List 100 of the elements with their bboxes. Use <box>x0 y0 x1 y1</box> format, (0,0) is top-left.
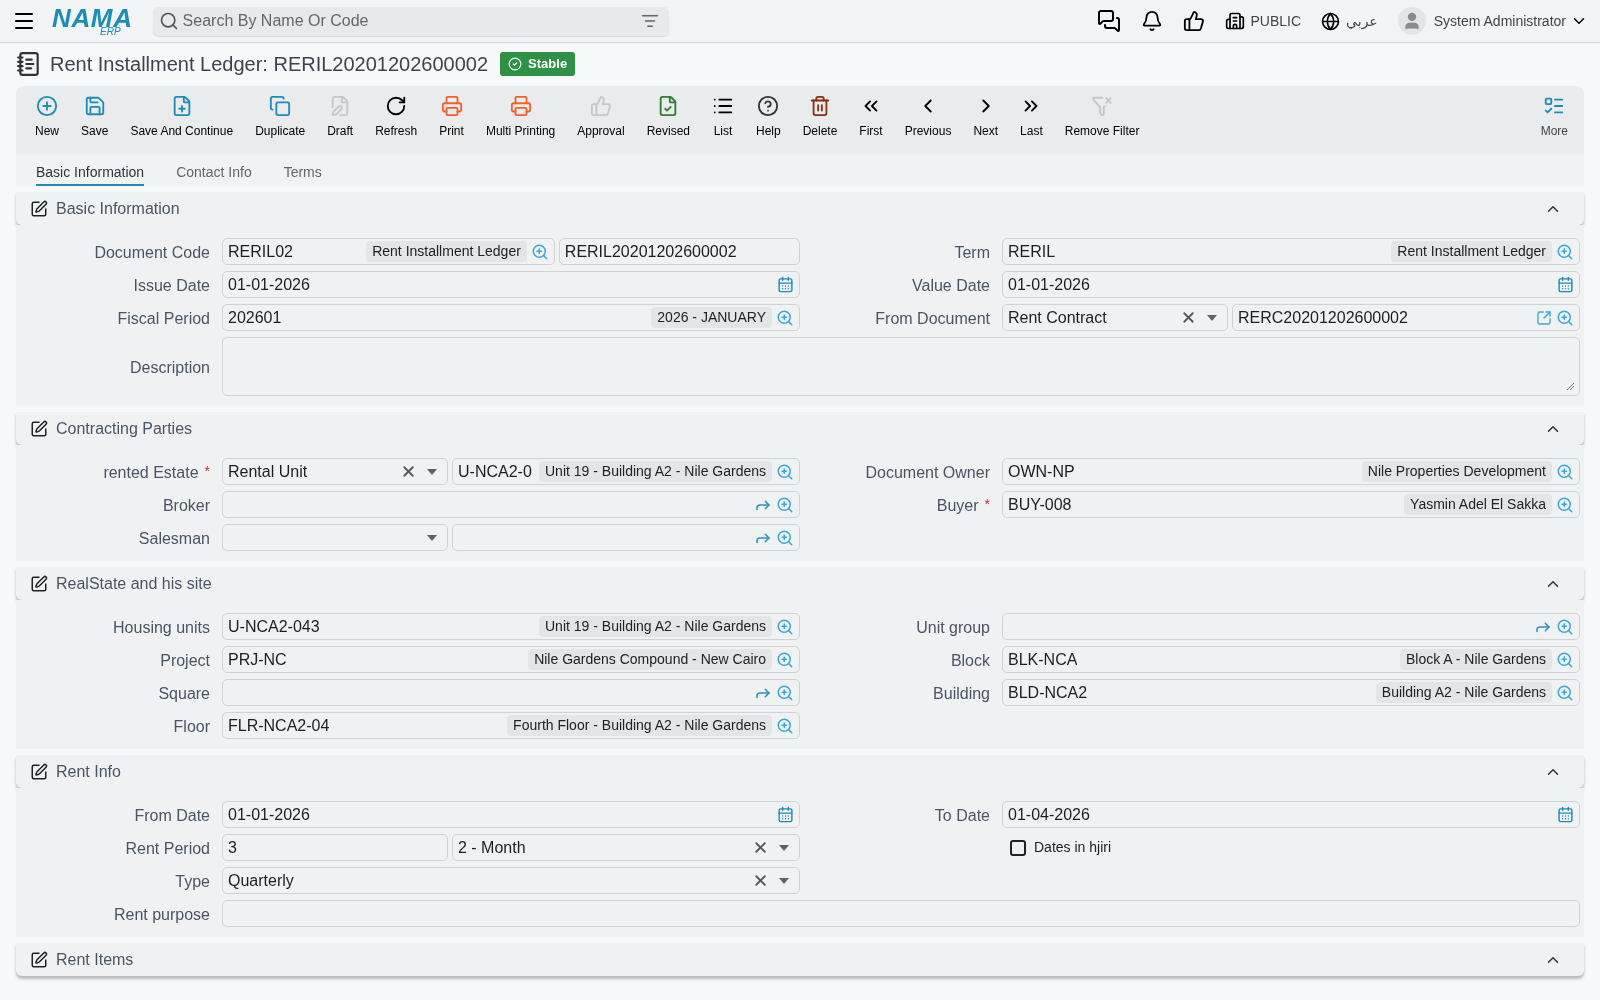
checkbox[interactable] <box>1010 839 1026 856</box>
search-plus-icon[interactable] <box>530 242 549 261</box>
avatar-icon[interactable] <box>1397 7 1426 35</box>
tab[interactable]: Contact Info <box>176 160 252 186</box>
toolbar-button[interactable]: First <box>848 95 894 147</box>
tab[interactable]: Terms <box>283 160 322 186</box>
toolbar-button[interactable]: Refresh <box>364 95 429 147</box>
lookup-field[interactable]: BLD-NCA2 Building A2 - Nile Gardens <box>1002 679 1580 706</box>
dropdown-caret-icon[interactable] <box>1207 314 1217 321</box>
dropdown-caret-icon[interactable] <box>779 877 789 884</box>
toolbar-button[interactable]: Duplicate <box>244 95 317 147</box>
search-plus-icon[interactable] <box>1556 308 1574 327</box>
select-field[interactable]: Quarterly <box>222 867 800 894</box>
branch-name[interactable]: PUBLIC <box>1250 10 1302 32</box>
date-field[interactable]: 01-01-2026 <box>222 271 800 298</box>
page-title: Rent Installment Ledger: RERIL20201202600002 <box>50 52 489 77</box>
select-field[interactable]: Rent Contract <box>1002 304 1228 331</box>
field-label: Housing units <box>113 618 210 638</box>
section-header[interactable]: Rent Info <box>16 755 1584 788</box>
textarea-field[interactable] <box>222 337 1580 396</box>
search-plus-icon[interactable] <box>776 650 794 669</box>
chat-icon[interactable] <box>1096 9 1121 33</box>
globe-icon[interactable] <box>1321 11 1341 31</box>
date-field[interactable]: 01-04-2026 <box>1002 801 1580 828</box>
lookup-field[interactable]: U-NCA2-0 Unit 19 - Building A2 - Nile Gardens <box>452 458 800 485</box>
lookup-field[interactable]: 202601 2026 - JANUARY <box>222 304 800 331</box>
toolbar-button[interactable]: Save And Continue <box>119 95 245 147</box>
dropdown-caret-icon[interactable] <box>779 844 789 851</box>
toolbar-button[interactable]: Multi Printing <box>474 95 567 147</box>
select-field[interactable]: Rental Unit <box>222 458 448 485</box>
tab[interactable]: Basic Information <box>36 160 145 186</box>
section-header[interactable]: RealState and his site <box>16 567 1584 600</box>
select-field[interactable] <box>222 524 448 551</box>
calendar-icon[interactable] <box>1557 276 1574 293</box>
toolbar-button[interactable]: Next <box>962 95 1010 147</box>
toolbar-button[interactable]: Print <box>428 95 475 147</box>
open-link-icon[interactable] <box>1536 309 1552 326</box>
dropdown-caret-icon[interactable] <box>427 534 437 541</box>
toolbar-button[interactable]: Help <box>745 95 792 147</box>
calendar-icon[interactable] <box>1557 806 1574 823</box>
calendar-icon[interactable] <box>777 806 794 823</box>
clear-icon[interactable] <box>752 872 769 889</box>
search-plus-icon[interactable] <box>1556 617 1574 636</box>
building-icon[interactable] <box>1224 11 1245 31</box>
text-field[interactable] <box>222 900 1580 927</box>
lookup-field[interactable]: RERIL02 Rent Installment Ledger <box>222 238 555 265</box>
search-plus-icon[interactable] <box>776 716 794 735</box>
search-plus-icon[interactable] <box>776 528 794 547</box>
lookup-field[interactable] <box>222 679 800 706</box>
thumbs-up-icon[interactable] <box>1182 10 1205 32</box>
lookup-field[interactable] <box>222 491 800 518</box>
search-plus-icon[interactable] <box>1556 683 1574 702</box>
calendar-icon[interactable] <box>777 276 794 293</box>
more-button[interactable]: More <box>1532 95 1576 147</box>
toolbar-button[interactable]: List <box>701 95 745 147</box>
lookup-field[interactable]: FLR-NCA2-04 Fourth Floor - Building A2 - Nile Gardens <box>222 712 800 739</box>
toolbar-button[interactable]: Previous <box>893 95 963 147</box>
clear-icon[interactable] <box>752 839 769 856</box>
lookup-field[interactable]: OWN-NP Nile Properties Development <box>1002 458 1580 485</box>
lookup-field[interactable]: RERC20201202600002 <box>1232 304 1580 331</box>
lookup-field[interactable]: PRJ-NC Nile Gardens Compound - New Cairo <box>222 646 800 673</box>
toolbar-button[interactable]: Last <box>1009 95 1054 147</box>
clear-icon[interactable] <box>400 463 417 480</box>
search-plus-icon[interactable] <box>776 308 794 327</box>
date-field[interactable]: 01-01-2026 <box>222 801 800 828</box>
search-plus-icon[interactable] <box>776 462 794 481</box>
lookup-field[interactable] <box>1002 613 1580 640</box>
toolbar-button[interactable]: Save <box>70 95 120 147</box>
user-name[interactable]: System Administrator <box>1433 10 1566 32</box>
search-plus-icon[interactable] <box>1556 242 1574 261</box>
lookup-field[interactable]: BUY-008 Yasmin Adel El Sakka <box>1002 491 1580 518</box>
search-plus-icon[interactable] <box>776 495 794 514</box>
lookup-description: Rent Installment Ledger <box>366 241 527 262</box>
lookup-field[interactable]: RERIL Rent Installment Ledger <box>1002 238 1580 265</box>
dropdown-caret-icon[interactable] <box>427 468 437 475</box>
clear-icon[interactable] <box>1180 309 1197 326</box>
lookup-field[interactable]: BLK-NCA Block A - Nile Gardens <box>1002 646 1580 673</box>
text-field[interactable]: 3 <box>222 834 448 861</box>
section-header[interactable]: Basic Information <box>16 192 1584 225</box>
resize-grip-icon[interactable] <box>1566 382 1574 390</box>
date-field[interactable]: 01-01-2026 <box>1002 271 1580 298</box>
toolbar-button[interactable]: New <box>24 95 70 147</box>
lookup-field[interactable]: U-NCA2-043 Unit 19 - Building A2 - Nile Gardens <box>222 613 800 640</box>
section-header[interactable]: Rent Items <box>16 943 1584 976</box>
select-field[interactable]: 2 - Month <box>452 834 800 861</box>
toolbar-button[interactable]: Revised <box>635 95 701 147</box>
lookup-description: Unit 19 - Building A2 - Nile Gardens <box>539 461 772 482</box>
search-plus-icon[interactable] <box>776 683 794 702</box>
text-field[interactable]: RERIL20201202600002 <box>558 238 800 265</box>
search-plus-icon[interactable] <box>776 617 794 636</box>
language-link[interactable]: عربي <box>1346 10 1378 32</box>
section-header[interactable]: Contracting Parties <box>16 412 1584 445</box>
search-plus-icon[interactable] <box>1556 495 1574 514</box>
search-plus-icon[interactable] <box>1556 462 1574 481</box>
field-label: Document Owner <box>865 463 990 483</box>
toolbar-button[interactable]: Delete <box>791 95 849 147</box>
search-field[interactable]: Search By Name Or Code <box>152 6 669 36</box>
search-plus-icon[interactable] <box>1556 650 1574 669</box>
notification-icon[interactable] <box>1140 10 1163 32</box>
lookup-field[interactable] <box>452 524 800 551</box>
